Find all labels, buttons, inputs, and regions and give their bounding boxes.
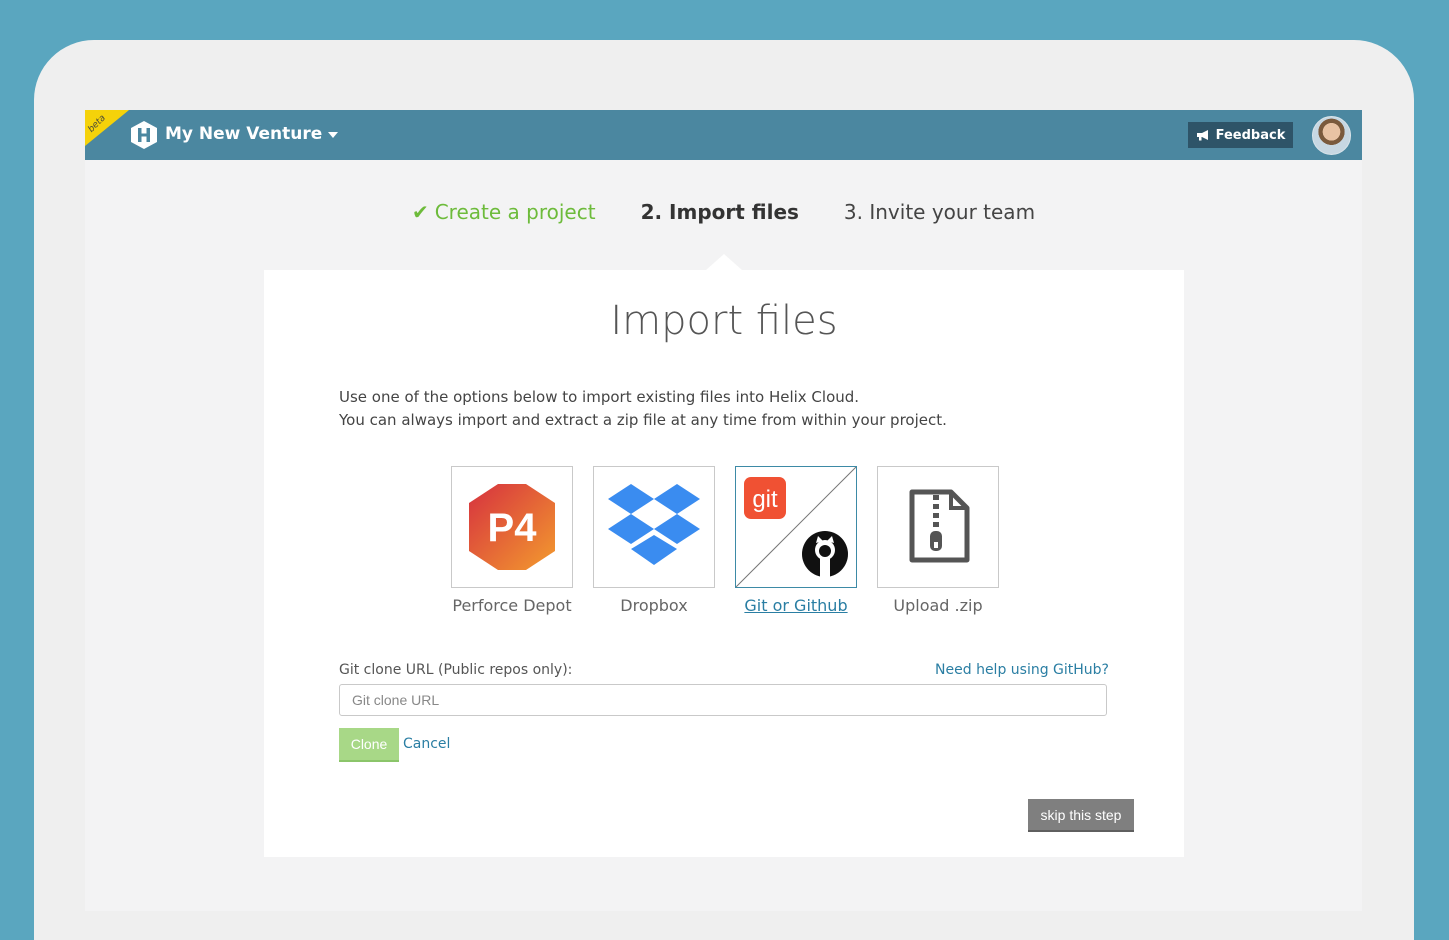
helix-logo-icon[interactable] — [130, 120, 158, 150]
page-title: Import files — [610, 298, 838, 344]
feedback-button[interactable]: Feedback — [1188, 122, 1293, 148]
wizard-steps: ✔ Create a project 2. Import files 3. Inv… — [85, 200, 1362, 230]
step-invite-team: 3. Invite your team — [844, 200, 1035, 230]
option-dropbox[interactable]: Dropbox — [593, 466, 715, 615]
option-git-github[interactable]: git Git or Github — [735, 466, 857, 615]
venture-dropdown[interactable]: My New Venture — [165, 124, 339, 144]
step-import-files: 2. Import files — [641, 200, 799, 230]
option-tile[interactable] — [593, 466, 715, 588]
option-upload-zip[interactable]: Upload .zip — [877, 466, 999, 615]
import-card: Import files Use one of the options belo… — [264, 254, 1184, 857]
option-tile[interactable] — [877, 466, 999, 588]
skip-step-button[interactable]: skip this step — [1028, 799, 1134, 832]
p4-logo-text: P4 — [488, 506, 538, 550]
user-avatar[interactable] — [1312, 116, 1351, 155]
top-navbar: beta My New Venture Feedback — [85, 110, 1362, 160]
option-label: Dropbox — [620, 596, 688, 615]
zip-file-icon — [909, 489, 970, 563]
git-clone-url-input[interactable] — [339, 684, 1107, 716]
clone-button[interactable]: Clone — [339, 728, 399, 762]
p4-icon: P4 — [469, 484, 555, 570]
option-tile[interactable]: git — [735, 466, 857, 588]
github-help-link[interactable]: Need help using GitHub? — [935, 662, 1109, 678]
checkmark-icon: ✔ — [411, 200, 429, 224]
git-logo-text: git — [752, 486, 778, 513]
step-label: 2. Import files — [640, 200, 799, 224]
step-label: Create a project — [434, 200, 596, 224]
git-github-icon: git — [736, 467, 856, 587]
intro-line-1: Use one of the options below to import e… — [339, 388, 860, 406]
megaphone-icon — [1196, 130, 1208, 141]
step-label: 3. Invite your team — [843, 200, 1036, 224]
intro-text: Use one of the options below to import e… — [339, 386, 947, 432]
option-perforce-depot[interactable]: P4 Perforce Depot — [451, 466, 573, 615]
git-url-label: Git clone URL (Public repos only): — [339, 662, 573, 678]
feedback-label: Feedback — [1215, 127, 1286, 143]
option-label: Perforce Depot — [452, 596, 572, 615]
option-tile[interactable]: P4 — [451, 466, 573, 588]
venture-name: My New Venture — [165, 124, 323, 144]
intro-line-2: You can always import and extract a zip … — [339, 411, 947, 429]
chevron-down-icon — [328, 132, 339, 138]
card-pointer — [706, 254, 742, 270]
option-label: Upload .zip — [893, 596, 983, 615]
option-label[interactable]: Git or Github — [735, 596, 857, 615]
import-options: P4 Perforce Depot Dropbox git Git or Git… — [451, 466, 999, 615]
app-screen: beta My New Venture Feedback ✔ Create a p… — [85, 110, 1362, 911]
dropbox-icon — [608, 484, 700, 565]
step-create-project[interactable]: ✔ Create a project — [412, 200, 596, 230]
cancel-link[interactable]: Cancel — [403, 736, 450, 752]
